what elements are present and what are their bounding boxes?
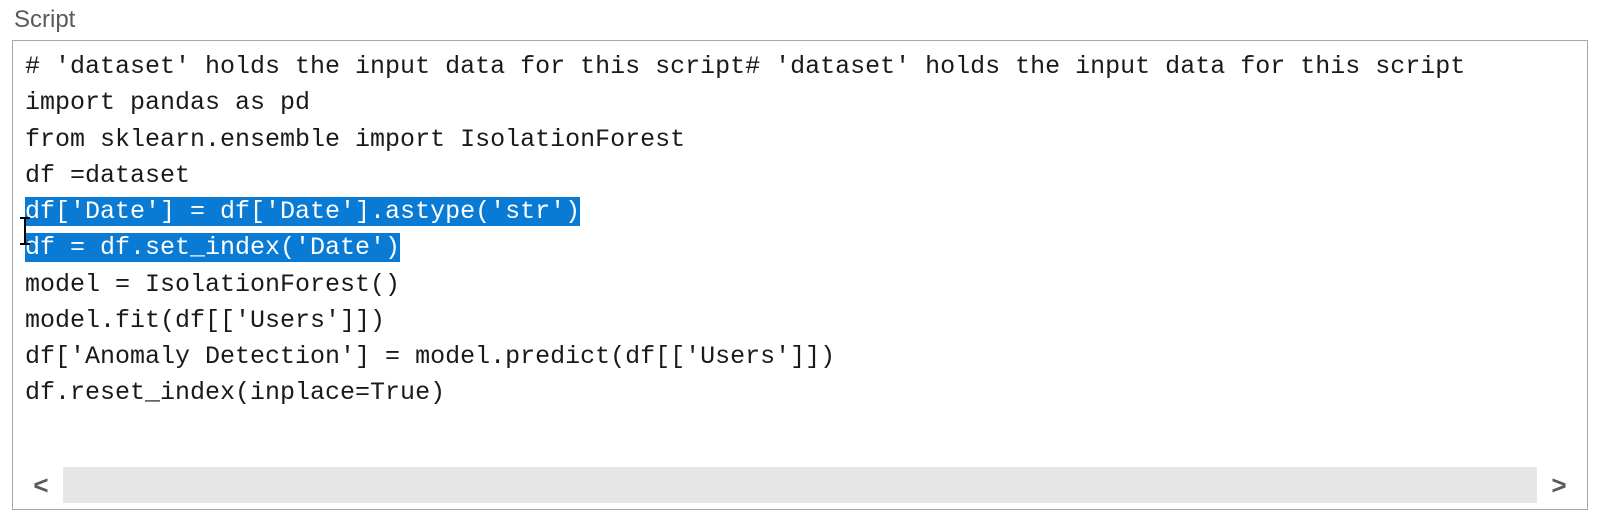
code-line[interactable]: from sklearn.ensemble import IsolationFo… bbox=[25, 122, 1577, 158]
code-line[interactable]: model.fit(df[['Users']]) bbox=[25, 303, 1577, 339]
code-line[interactable]: df.reset_index(inplace=True) bbox=[25, 375, 1577, 411]
code-line[interactable]: model = IsolationForest() bbox=[25, 267, 1577, 303]
code-line[interactable]: df = df.set_index('Date') bbox=[25, 230, 1577, 266]
code-line[interactable]: df['Anomaly Detection'] = model.predict(… bbox=[25, 339, 1577, 375]
script-editor-frame: # 'dataset' holds the input data for thi… bbox=[12, 40, 1588, 510]
code-line[interactable]: # 'dataset' holds the input data for thi… bbox=[25, 49, 1577, 85]
scroll-left-button[interactable]: < bbox=[19, 467, 63, 503]
code-line[interactable]: import pandas as pd bbox=[25, 85, 1577, 121]
scroll-right-button[interactable]: > bbox=[1537, 467, 1581, 503]
horizontal-scrollbar[interactable]: < > bbox=[19, 467, 1581, 503]
scrollbar-track[interactable] bbox=[63, 467, 1537, 503]
code-line[interactable]: df['Date'] = df['Date'].astype('str') bbox=[25, 194, 1577, 230]
scrollbar-thumb[interactable] bbox=[63, 467, 1537, 503]
script-editor[interactable]: # 'dataset' holds the input data for thi… bbox=[13, 41, 1587, 422]
script-panel: Script # 'dataset' holds the input data … bbox=[0, 0, 1600, 532]
code-line[interactable]: df =dataset bbox=[25, 158, 1577, 194]
panel-title: Script bbox=[14, 6, 1588, 34]
